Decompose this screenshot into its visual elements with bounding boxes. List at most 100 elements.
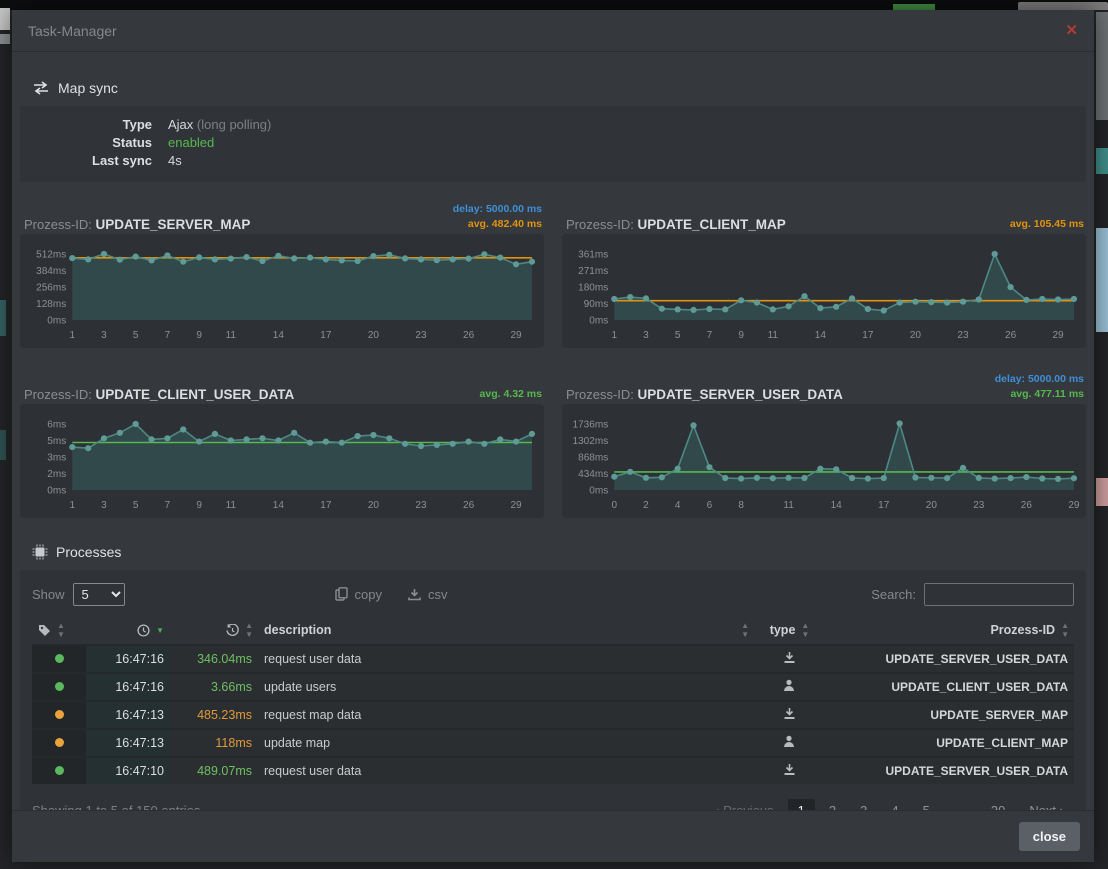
- status-dot: [55, 766, 64, 775]
- svg-text:1: 1: [69, 500, 75, 511]
- background-fragment-gray: [1018, 2, 1108, 10]
- chart-plot: 6ms5ms3ms2ms0ms1357911141720232629: [22, 410, 542, 516]
- chart-stats: avg. 4.32 ms: [480, 387, 542, 402]
- sort-icon: ▲▼: [1061, 621, 1068, 639]
- duration-cell: 118ms: [170, 729, 258, 757]
- svg-text:11: 11: [783, 500, 794, 511]
- header-duration[interactable]: ▲▼: [170, 616, 258, 645]
- close-icon[interactable]: ✕: [1065, 23, 1078, 38]
- svg-text:5: 5: [133, 500, 139, 511]
- time-cell: 16:47:16: [86, 645, 170, 673]
- chart-head: Prozess-ID: UPDATE_CLIENT_MAP avg. 105.4…: [562, 200, 1086, 234]
- chart-plot: 512ms384ms256ms128ms0ms13579111417202326…: [22, 240, 542, 346]
- pagination-page-…[interactable]: …: [944, 799, 977, 811]
- time-cell: 16:47:16: [86, 673, 170, 701]
- header-description[interactable]: description ▲▼: [258, 616, 754, 645]
- modal-title: Task-Manager: [28, 23, 117, 39]
- status-cell: [32, 645, 86, 673]
- chart-avg-label: avg. 4.32 ms: [480, 387, 542, 402]
- chart-plot: 361ms271ms180ms90ms0ms135791114172023262…: [564, 240, 1084, 346]
- server-icon: [783, 707, 796, 720]
- prozess-id-cell: UPDATE_SERVER_MAP: [824, 701, 1074, 729]
- svg-text:29: 29: [510, 500, 522, 511]
- chart-block-update_server_user_data: Prozess-ID: UPDATE_SERVER_USER_DATA dela…: [562, 370, 1086, 518]
- modal-footer: close: [12, 810, 1094, 862]
- sort-icon: ▲▼: [245, 621, 252, 639]
- info-label: Type: [20, 116, 152, 134]
- time-cell: 16:47:13: [86, 701, 170, 729]
- pagination-page-30[interactable]: 30: [981, 799, 1015, 811]
- search-input[interactable]: [924, 583, 1074, 606]
- type-cell: [754, 701, 824, 729]
- pagination-page-4[interactable]: 4: [881, 799, 908, 811]
- duration-cell: 3.66ms: [170, 673, 258, 701]
- status-cell: [32, 673, 86, 701]
- type-cell: [754, 757, 824, 784]
- info-label: Last sync: [20, 152, 152, 170]
- header-time[interactable]: ▼: [86, 616, 170, 645]
- svg-text:17: 17: [862, 330, 874, 341]
- prozess-id-cell: UPDATE_SERVER_USER_DATA: [824, 757, 1074, 784]
- process-row: 16:47:10 489.07ms request user data UPDA…: [32, 757, 1074, 784]
- info-row-type: Type Ajax (long polling): [20, 116, 1086, 134]
- showing-entries-info: Showing 1 to 5 of 150 entries: [32, 803, 200, 811]
- prozess-id-cell: UPDATE_CLIENT_MAP: [824, 729, 1074, 757]
- copy-icon: [335, 587, 348, 601]
- type-cell: [754, 673, 824, 701]
- svg-text:0ms: 0ms: [589, 316, 608, 327]
- svg-text:384ms: 384ms: [36, 266, 66, 277]
- chart-title: Prozess-ID: UPDATE_SERVER_USER_DATA: [566, 387, 843, 402]
- status-dot: [55, 682, 64, 691]
- pagination-page-5[interactable]: 5: [913, 799, 940, 811]
- pagination-next[interactable]: Next ›: [1019, 799, 1074, 811]
- svg-text:26: 26: [463, 500, 475, 511]
- chevron-left-icon: ‹: [715, 803, 719, 811]
- pagination-page-1[interactable]: 1: [788, 799, 815, 811]
- header-type[interactable]: type ▲▼: [754, 616, 824, 645]
- chart-head: Prozess-ID: UPDATE_CLIENT_USER_DATA avg.…: [20, 370, 544, 404]
- close-button[interactable]: close: [1019, 822, 1080, 851]
- modal-body: Map sync Type Ajax (long polling) Status…: [12, 52, 1094, 810]
- svg-text:361ms: 361ms: [578, 250, 608, 261]
- svg-text:26: 26: [463, 330, 475, 341]
- svg-text:7: 7: [165, 330, 171, 341]
- svg-text:512ms: 512ms: [36, 250, 66, 261]
- table-header-row: ▲▼ ▼: [32, 616, 1074, 645]
- last-sync-value: 4s: [168, 152, 182, 170]
- processes-panel: Show 5 copy: [20, 570, 1086, 810]
- svg-text:23: 23: [415, 500, 427, 511]
- duration-cell: 489.07ms: [170, 757, 258, 784]
- show-entries-select[interactable]: 5: [73, 583, 125, 606]
- process-row: 16:47:13 118ms update map UPDATE_CLIENT_…: [32, 729, 1074, 757]
- svg-text:17: 17: [320, 330, 332, 341]
- background-fragment-left-control2: [0, 34, 10, 44]
- pagination-page-3[interactable]: 3: [850, 799, 877, 811]
- processes-toolbar: Show 5 copy: [32, 578, 1074, 610]
- copy-button[interactable]: copy: [335, 587, 382, 602]
- svg-text:1: 1: [69, 330, 75, 341]
- svg-text:5: 5: [133, 330, 139, 341]
- clock-icon: [137, 624, 150, 637]
- time-cell: 16:47:10: [86, 757, 170, 784]
- svg-text:23: 23: [973, 500, 985, 511]
- svg-text:14: 14: [831, 500, 843, 511]
- csv-button[interactable]: csv: [408, 587, 448, 602]
- svg-text:1302ms: 1302ms: [573, 436, 609, 447]
- header-status[interactable]: ▲▼: [32, 616, 86, 645]
- processes-heading-label: Processes: [56, 544, 121, 560]
- process-row: 16:47:16 346.04ms request user data UPDA…: [32, 645, 1074, 673]
- svg-text:29: 29: [1052, 330, 1064, 341]
- svg-text:17: 17: [878, 500, 890, 511]
- pagination-previous[interactable]: ‹ Previous: [705, 799, 784, 811]
- svg-text:23: 23: [415, 330, 427, 341]
- header-prozess-id[interactable]: Prozess-ID ▲▼: [824, 616, 1074, 645]
- svg-text:20: 20: [368, 500, 380, 511]
- server-icon: [783, 763, 796, 776]
- sort-icon: ▲▼: [741, 621, 748, 639]
- svg-text:3: 3: [643, 330, 649, 341]
- pagination-page-2[interactable]: 2: [819, 799, 846, 811]
- svg-text:9: 9: [196, 500, 202, 511]
- chart-panel: 361ms271ms180ms90ms0ms135791114172023262…: [562, 234, 1086, 348]
- svg-text:23: 23: [957, 330, 969, 341]
- chart-stats: avg. 105.45 ms: [1010, 217, 1084, 232]
